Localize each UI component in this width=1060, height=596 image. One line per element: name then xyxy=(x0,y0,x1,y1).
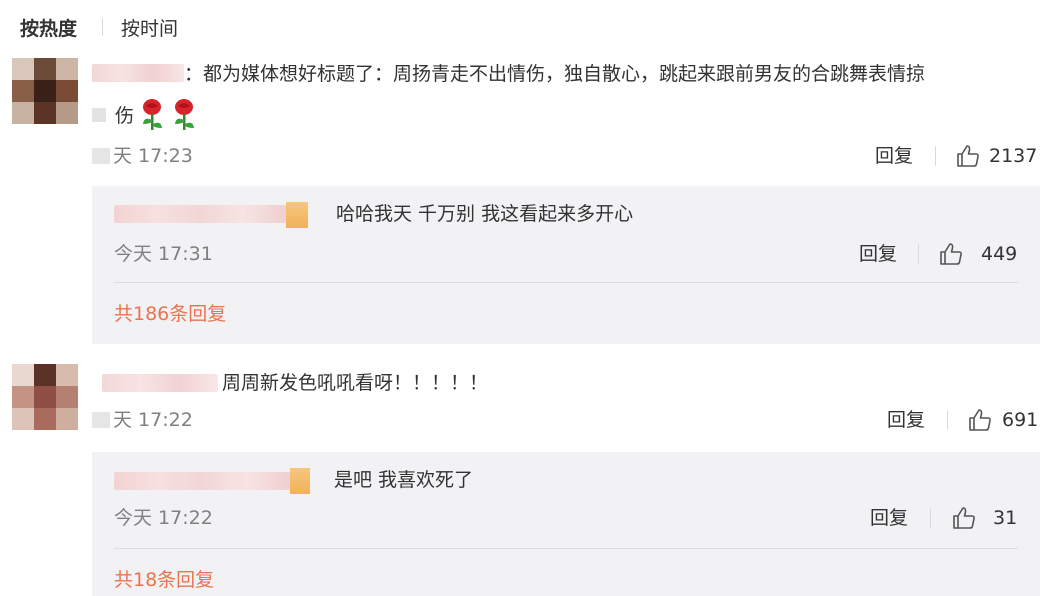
comment-text: 周周新发色吼吼看呀！！！！！ xyxy=(222,372,489,394)
action-divider xyxy=(947,410,948,430)
like-count: 31 xyxy=(993,507,1018,529)
action-divider xyxy=(935,146,936,166)
like-count: 449 xyxy=(981,243,1018,265)
username-mosaic xyxy=(92,108,106,122)
timestamp-mosaic xyxy=(92,412,110,428)
reply-button[interactable]: 回复 xyxy=(870,506,908,530)
view-more-replies-link[interactable]: 共186条回复 xyxy=(114,302,226,326)
thumbs-up-icon[interactable] xyxy=(968,408,992,432)
rose-emoji-icon xyxy=(175,99,194,130)
reply-thread: 哈哈我天 千万别 我这看起来多开心 今天 17:31 回复 449 共186条回… xyxy=(92,186,1040,344)
like-count: 2137 xyxy=(989,145,1038,167)
action-divider xyxy=(930,508,931,528)
comment-timestamp: 天 17:22 xyxy=(113,409,193,431)
reply-username[interactable] xyxy=(114,472,290,490)
username[interactable] xyxy=(92,64,184,82)
username[interactable] xyxy=(102,374,218,392)
comment-timestamp: 天 17:23 xyxy=(113,145,193,167)
reply-username[interactable] xyxy=(114,205,286,223)
sort-by-time-tab[interactable]: 按时间 xyxy=(121,14,178,41)
thumbs-up-icon[interactable] xyxy=(956,144,980,168)
avatar[interactable] xyxy=(12,58,78,124)
thumbs-up-icon[interactable] xyxy=(939,242,963,266)
action-divider xyxy=(918,244,919,264)
reply-divider xyxy=(114,282,1018,283)
badge-mosaic xyxy=(290,468,310,494)
sort-tab-divider xyxy=(102,18,103,36)
comment-text-continued: 伤 xyxy=(115,105,135,127)
reply-divider xyxy=(114,548,1018,549)
reply-thread: 是吧 我喜欢死了 今天 17:22 回复 31 共18条回复 xyxy=(92,452,1040,596)
reply-timestamp: 今天 17:31 xyxy=(114,243,213,265)
reply-timestamp: 今天 17:22 xyxy=(114,507,213,529)
timestamp-mosaic xyxy=(92,148,110,164)
view-more-replies-link[interactable]: 共18条回复 xyxy=(114,568,214,592)
reply-button[interactable]: 回复 xyxy=(875,144,913,168)
thumbs-up-icon[interactable] xyxy=(952,506,976,530)
sort-by-hot-tab[interactable]: 按热度 xyxy=(20,14,77,41)
comment-text: ：都为媒体想好标题了：周扬青走不出情伤，独自散心，跳起来跟前男友的合跳舞表情掠 xyxy=(184,63,926,85)
like-count: 691 xyxy=(1002,409,1039,431)
rose-emoji-icon xyxy=(143,99,162,130)
reply-text: 是吧 我喜欢死了 xyxy=(334,469,474,491)
reply-text: 哈哈我天 千万别 我这看起来多开心 xyxy=(336,203,634,225)
reply-button[interactable]: 回复 xyxy=(887,408,925,432)
reply-button[interactable]: 回复 xyxy=(859,242,897,266)
avatar[interactable] xyxy=(12,364,78,430)
badge-mosaic xyxy=(286,202,308,228)
